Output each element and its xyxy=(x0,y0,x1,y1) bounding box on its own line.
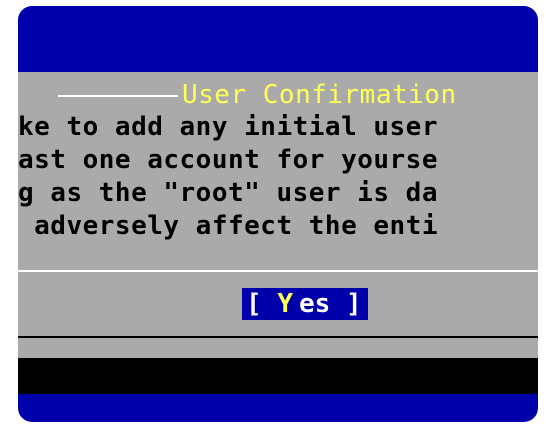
dialog-bottom-border xyxy=(18,336,538,338)
yes-button-left: [ Y xyxy=(242,288,299,320)
confirmation-dialog: User Confirmation ke to add any initial … xyxy=(18,72,538,358)
yes-open-bracket: [ xyxy=(246,289,262,319)
dialog-title-border xyxy=(58,95,178,97)
terminal-screen: User Confirmation ke to add any initial … xyxy=(18,6,538,422)
dialog-title: User Confirmation xyxy=(182,80,457,110)
yes-button[interactable]: [ Yes ] xyxy=(242,288,368,320)
yes-label-rest: es xyxy=(298,289,331,319)
message-line-4: adversely affect the enti xyxy=(18,211,438,241)
yes-hotkey: Y xyxy=(277,289,293,319)
message-line-3: g as the "root" user is da xyxy=(18,178,438,208)
message-line-2: ast one account for yourse xyxy=(18,145,438,175)
dialog-shadow xyxy=(18,358,538,394)
yes-close-bracket: ] xyxy=(345,289,362,319)
dialog-separator xyxy=(18,270,538,272)
yes-button-right: es ] xyxy=(298,288,368,320)
message-line-1: ke to add any initial user xyxy=(18,112,438,142)
